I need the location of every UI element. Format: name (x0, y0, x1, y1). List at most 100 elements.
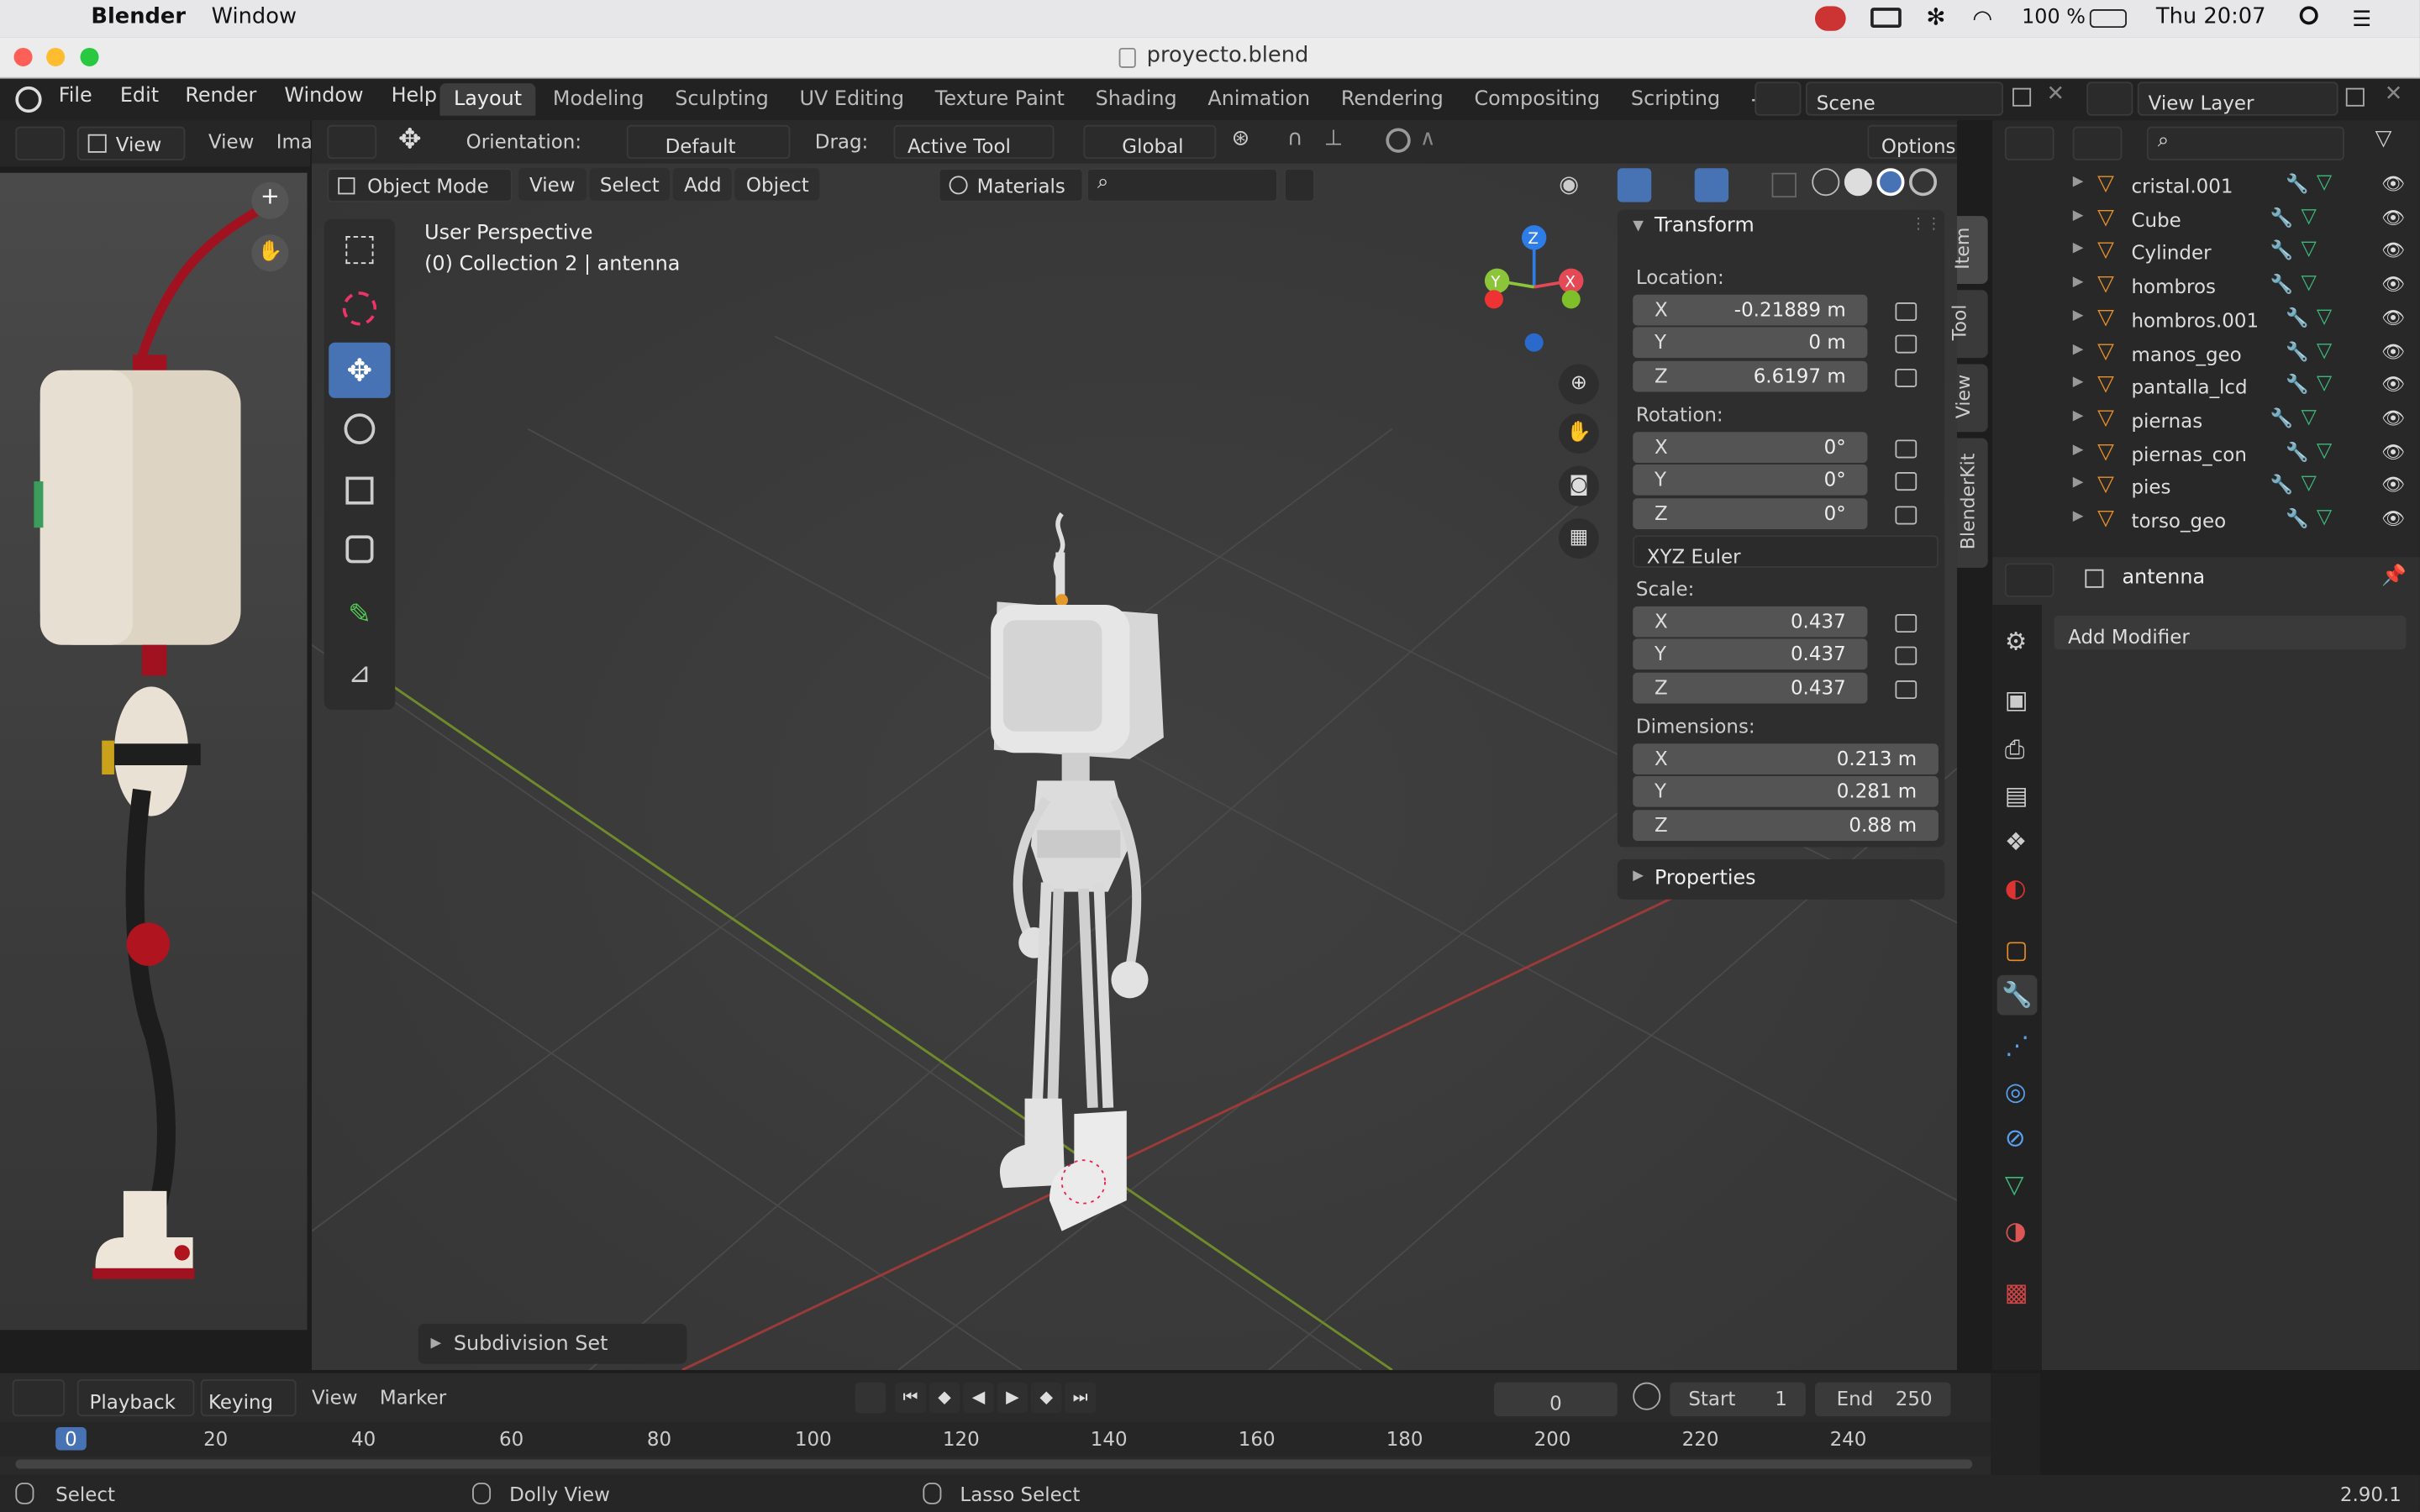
zoom-in-icon[interactable]: + (251, 181, 289, 219)
expand-icon[interactable]: ▶ (2073, 442, 2084, 457)
material-icon[interactable]: ◑ (2005, 1215, 2027, 1245)
mesh-data-icon[interactable]: ▽ (2302, 271, 2317, 295)
scale-y-field[interactable]: Y 0.437 (1633, 638, 1868, 670)
drag-dropdown[interactable]: Active Tool (893, 124, 1055, 160)
mesh-data-icon[interactable]: ▽ (2302, 473, 2317, 496)
dimensions-y-field[interactable]: Y 0.281 m (1633, 775, 1939, 807)
outliner-editor-type-icon[interactable] (2004, 126, 2054, 161)
image-menu[interactable]: Ima (276, 129, 313, 153)
mesh-data-icon[interactable]: ▽ (2317, 506, 2332, 529)
drag-handle-icon[interactable]: ⋮⋮ (1911, 216, 1942, 233)
menu-edit[interactable]: Edit (120, 85, 159, 108)
blender-logo-icon[interactable] (15, 86, 42, 113)
outliner-row[interactable]: ▶ ▽ hombros 🔧 ▽ 👁 (1992, 270, 2420, 304)
timeline-scrollbar[interactable] (15, 1459, 1973, 1469)
tab-animation[interactable]: Animation (1194, 83, 1324, 116)
modifier-icon[interactable]: 🔧 (2286, 374, 2308, 396)
eye-icon[interactable]: 👁 (2381, 173, 2405, 195)
outliner-item-label[interactable]: pantalla_lcd (2131, 375, 2247, 399)
options-dropdown[interactable]: Options (1867, 124, 1957, 160)
outliner-item-label[interactable]: torso_geo (2131, 509, 2226, 533)
overlay-toggle-icon[interactable] (1694, 168, 1729, 202)
stopwatch-icon[interactable] (1633, 1382, 1661, 1410)
tab-texture-paint[interactable]: Texture Paint (921, 83, 1078, 116)
expand-icon[interactable]: ▶ (2073, 375, 2084, 391)
tab-shading[interactable]: Shading (1081, 83, 1191, 116)
jump-end-icon[interactable]: ⏭ (1065, 1382, 1097, 1414)
expand-icon[interactable]: ▶ (2073, 207, 2084, 223)
current-frame-field[interactable]: 0 (1493, 1382, 1618, 1417)
properties-editor-type-icon[interactable] (2004, 563, 2054, 597)
navigation-gizmo[interactable]: Z X Y (1470, 213, 1593, 367)
menu-help[interactable]: Help (392, 85, 437, 108)
snap-target-icon[interactable]: ⊥ (1324, 127, 1343, 151)
pin-icon[interactable]: 📌 (2381, 564, 2407, 588)
wifi-icon[interactable]: ◠ (1972, 5, 1992, 33)
mesh-data-icon[interactable]: ▽ (2317, 171, 2332, 195)
cursor-icon[interactable] (329, 281, 390, 336)
pan-icon[interactable]: ✋ (1559, 413, 1599, 454)
dimensions-z-field[interactable]: Z 0.88 m (1633, 810, 1939, 842)
transform-orientation-dropdown[interactable]: Global (1083, 124, 1217, 160)
lock-icon[interactable] (1895, 302, 1918, 322)
record-icon[interactable] (855, 1382, 886, 1414)
constraints-icon[interactable]: ⊘ (2005, 1123, 2026, 1152)
mesh-data-icon[interactable]: ▽ (2302, 239, 2317, 262)
editor-type-icon[interactable] (15, 126, 66, 161)
keying-dropdown[interactable]: Keying (200, 1379, 297, 1417)
outliner-row[interactable]: ▶ ▽ pies 🔧 ▽ 👁 (1992, 471, 2420, 505)
eye-icon[interactable]: 👁 (2381, 507, 2405, 529)
last-operator-panel[interactable]: ▶ Subdivision Set (418, 1323, 687, 1364)
particles-icon[interactable]: ⋰ (2005, 1031, 2029, 1060)
search-input[interactable]: ⌕ (1086, 168, 1278, 202)
tab-view[interactable]: View (1953, 364, 1988, 433)
menu-select[interactable]: Select (589, 168, 671, 201)
outliner-row[interactable]: ▶ ▽ pantalla_lcd 🔧 ▽ 👁 (1992, 370, 2420, 404)
camera-view-icon[interactable]: ◙ (1559, 465, 1599, 507)
lock-icon[interactable] (1895, 334, 1918, 354)
delete-view-layer-icon[interactable]: ✕ (2385, 81, 2403, 106)
menu-render[interactable]: Render (185, 85, 256, 108)
lock-icon[interactable] (1895, 646, 1918, 665)
scene-field[interactable]: Scene (1805, 81, 2004, 116)
render-icon[interactable]: ▣ (2005, 685, 2028, 714)
tab-sculpting[interactable]: Sculpting (661, 83, 783, 116)
eye-icon[interactable]: 👁 (2381, 441, 2405, 463)
texture-icon[interactable]: ▩ (2005, 1278, 2028, 1307)
view-dropdown[interactable]: View (76, 126, 186, 161)
filter-icon[interactable]: ▽ (2375, 127, 2392, 151)
menu-view[interactable]: View (518, 168, 587, 201)
prev-keyframe-icon[interactable]: ◆ (929, 1382, 960, 1414)
display-mode-icon[interactable] (2072, 126, 2123, 161)
expand-icon[interactable]: ▶ (2073, 409, 2084, 424)
modifier-icon[interactable]: 🔧 (2270, 273, 2293, 295)
play-icon[interactable]: ▶ (997, 1382, 1028, 1414)
playback-dropdown[interactable]: Playback (76, 1379, 195, 1417)
mesh-data-icon[interactable]: ▽ (2302, 205, 2317, 228)
delete-scene-icon[interactable]: ✕ (2046, 81, 2065, 106)
tab-tool[interactable]: Tool (1949, 290, 1988, 359)
pan-hand-icon[interactable]: ✋ (251, 234, 289, 272)
mesh-data-icon[interactable]: ▽ (2317, 339, 2332, 362)
output-icon[interactable]: ⎙ (2005, 734, 2025, 765)
tab-rendering[interactable]: Rendering (1327, 83, 1457, 116)
outliner-row[interactable]: ▶ ▽ piernas_con 🔧 ▽ 👁 (1992, 438, 2420, 471)
ortho-grid-icon[interactable]: ▦ (1559, 518, 1599, 559)
spotlight-icon[interactable] (2299, 6, 2318, 25)
mesh-data-icon[interactable]: ▽ (2317, 372, 2332, 396)
outliner-item-label[interactable]: hombros.001 (2131, 308, 2259, 332)
physics-icon[interactable]: ◎ (2005, 1077, 2027, 1106)
start-frame-field[interactable]: Start 1 (1670, 1382, 1806, 1417)
tab-item[interactable]: Item (1952, 216, 1988, 284)
wireframe-shading-icon[interactable] (1812, 168, 1840, 197)
lock-icon[interactable] (1895, 472, 1918, 491)
view-menu[interactable]: View (208, 129, 254, 153)
timeline-marker-menu[interactable]: Marker (380, 1385, 446, 1409)
falloff-icon[interactable]: ∧ (1420, 127, 1436, 151)
outliner-row[interactable]: ▶ ▽ piernas 🔧 ▽ 👁 (1992, 404, 2420, 438)
tab-scripting[interactable]: Scripting (1617, 83, 1733, 116)
frame-ruler[interactable]: 0 20 40 60 80 100 120 140 160 180 200 220 240 (0, 1422, 1991, 1457)
move-icon[interactable]: ✥ (329, 342, 391, 398)
lock-icon[interactable] (1895, 614, 1918, 633)
lock-icon[interactable] (1895, 439, 1918, 459)
